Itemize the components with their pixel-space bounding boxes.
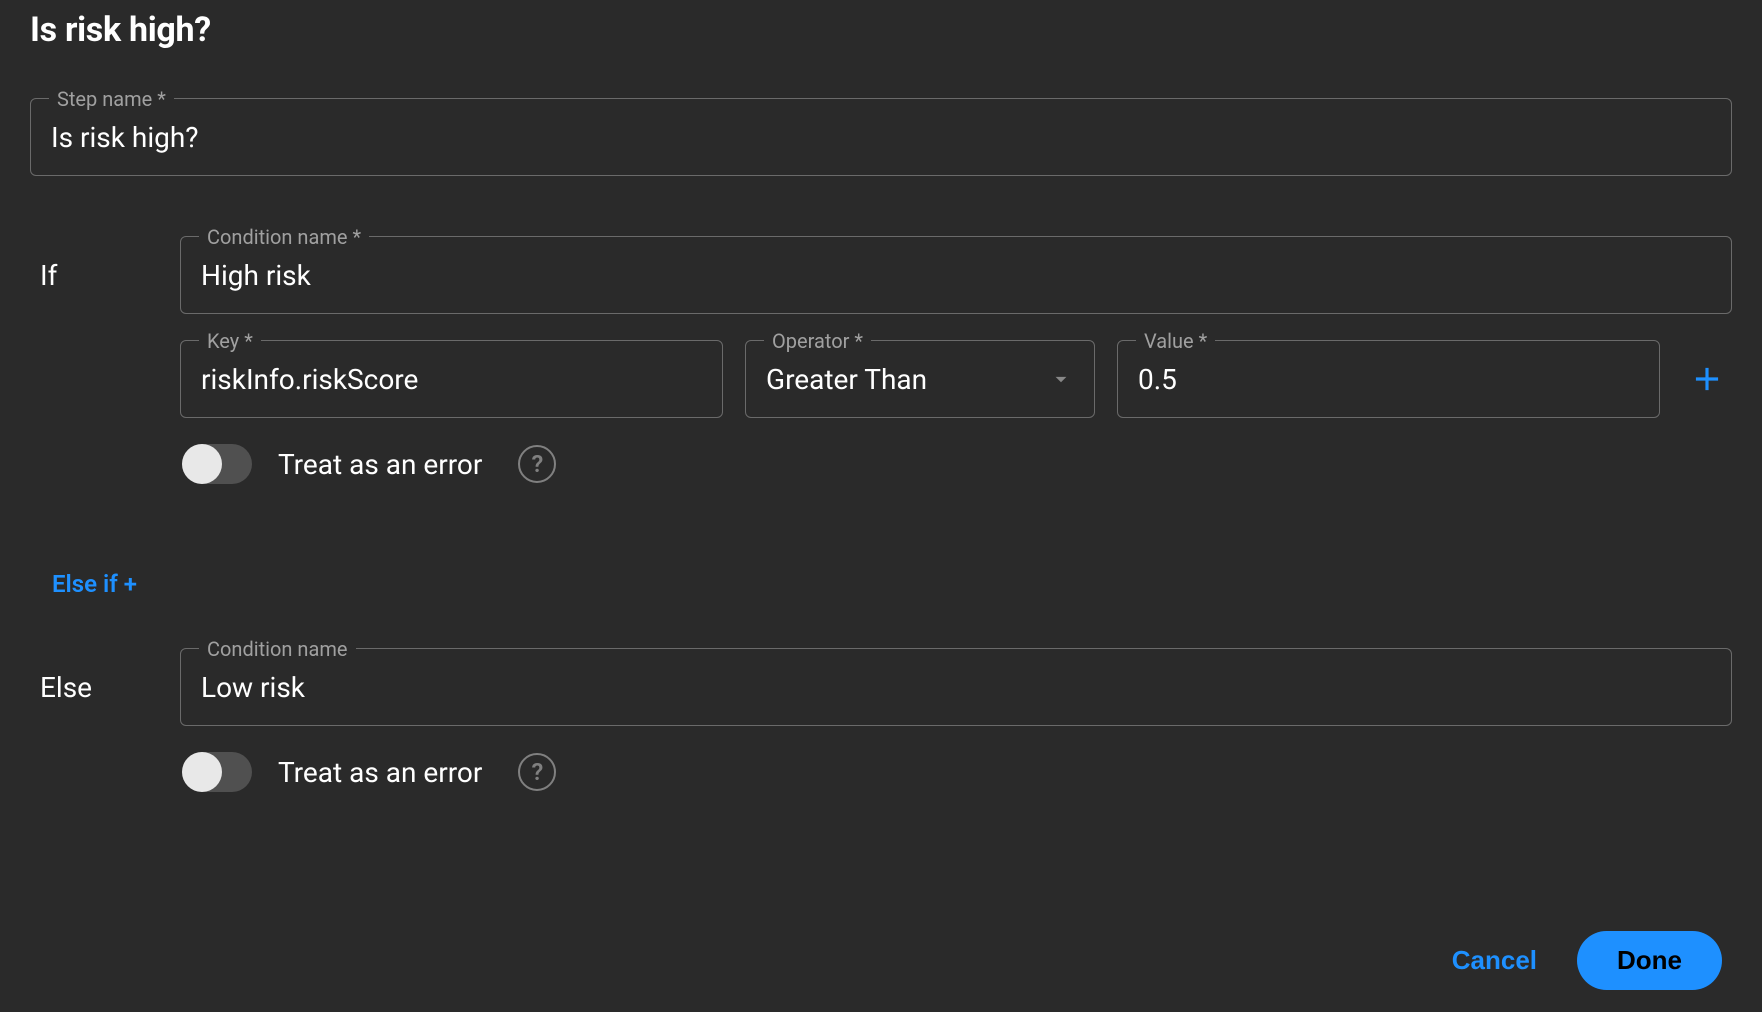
dialog-title: Is risk high? [30, 10, 1732, 50]
operator-select[interactable]: Greater Than [766, 363, 1074, 396]
else-condition-name-label: Condition name [199, 637, 356, 661]
if-label: If [40, 259, 57, 292]
key-input[interactable] [201, 363, 702, 396]
done-button[interactable]: Done [1577, 931, 1722, 990]
if-condition-name-field: Condition name * [180, 236, 1732, 314]
else-if-add-link[interactable]: Else if + [52, 570, 137, 598]
chevron-down-icon [1048, 366, 1074, 392]
if-error-toggle-label: Treat as an error [278, 448, 482, 481]
add-condition-button[interactable] [1682, 354, 1732, 404]
condition-expression-row: Key * Operator * Greater Than Value * [180, 340, 1732, 418]
cancel-button[interactable]: Cancel [1452, 945, 1537, 976]
operator-value: Greater Than [766, 363, 927, 396]
help-icon[interactable]: ? [518, 445, 556, 483]
condition-dialog: Is risk high? Step name * If Condition n… [0, 0, 1762, 1012]
step-name-field: Step name * [30, 98, 1732, 176]
value-input[interactable] [1138, 363, 1639, 396]
help-icon[interactable]: ? [518, 753, 556, 791]
key-label: Key * [199, 329, 261, 353]
if-error-toggle[interactable] [182, 444, 252, 484]
else-row: Else Condition name [30, 648, 1732, 726]
step-name-input[interactable] [51, 121, 1711, 154]
value-label: Value * [1136, 329, 1215, 353]
key-field: Key * [180, 340, 723, 418]
else-error-toggle-label: Treat as an error [278, 756, 482, 789]
dialog-footer: Cancel Done [1452, 931, 1722, 990]
operator-label: Operator * [764, 329, 871, 353]
step-name-label: Step name * [49, 87, 174, 111]
value-field: Value * [1117, 340, 1660, 418]
operator-field: Operator * Greater Than [745, 340, 1095, 418]
if-condition-name-label: Condition name * [199, 225, 369, 249]
if-error-toggle-row: Treat as an error ? [180, 444, 1732, 484]
else-condition-name-input[interactable] [201, 671, 1711, 704]
else-condition-name-field: Condition name [180, 648, 1732, 726]
if-condition-name-input[interactable] [201, 259, 1711, 292]
else-label: Else [40, 671, 92, 704]
else-error-toggle[interactable] [182, 752, 252, 792]
if-row: If Condition name * [30, 236, 1732, 314]
else-error-toggle-row: Treat as an error ? [180, 752, 1732, 792]
plus-icon [1688, 360, 1726, 398]
